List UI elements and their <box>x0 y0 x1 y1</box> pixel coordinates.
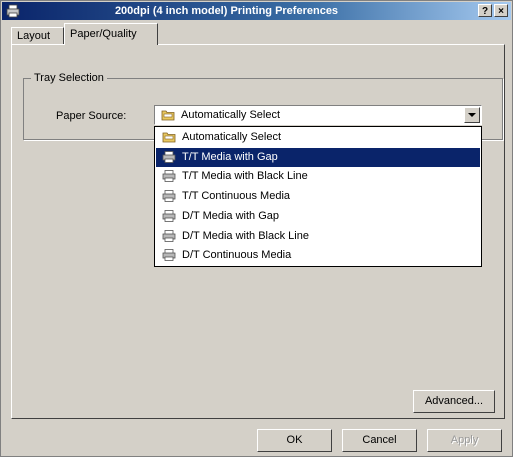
dropdown-option-label: D/T Media with Gap <box>182 209 280 222</box>
dropdown-option[interactable]: D/T Media with Gap <box>156 207 480 226</box>
printing-preferences-window: 200dpi (4 inch model) Printing Preferenc… <box>0 0 513 457</box>
paper-source-select[interactable]: Automatically Select <box>154 105 482 125</box>
tray-selection-label: Tray Selection <box>31 72 107 84</box>
paper-source-value: Automatically Select <box>181 109 281 121</box>
dropdown-option[interactable]: Automatically Select <box>156 128 480 147</box>
dropdown-option[interactable]: T/T Media with Black Line <box>156 167 480 186</box>
printer-icon <box>162 249 176 262</box>
chevron-down-icon[interactable] <box>464 107 480 123</box>
dropdown-option-label: Automatically Select <box>182 131 282 143</box>
dropdown-option[interactable]: D/T Continuous Media <box>156 246 480 265</box>
tab-paper-quality[interactable]: Paper/Quality <box>64 23 158 45</box>
close-button[interactable]: × <box>494 4 508 17</box>
dropdown-option[interactable]: T/T Media with Gap <box>156 147 480 167</box>
title-bar[interactable]: 200dpi (4 inch model) Printing Preferenc… <box>2 2 511 20</box>
ok-button[interactable]: OK <box>257 429 332 452</box>
folder-tray-icon <box>161 110 175 121</box>
printer-icon <box>162 229 176 242</box>
folder-tray-icon <box>162 131 176 143</box>
printer-icon <box>162 170 176 183</box>
apply-button[interactable]: Apply <box>427 429 502 452</box>
tab-layout[interactable]: Layout <box>11 27 64 44</box>
dropdown-option-label: D/T Media with Black Line <box>182 229 309 242</box>
dropdown-option[interactable]: D/T Media with Black Line <box>156 227 480 246</box>
dropdown-option-label: D/T Continuous Media <box>182 249 292 262</box>
printer-icon <box>162 190 176 202</box>
dropdown-option-label: T/T Media with Gap <box>182 150 278 163</box>
cancel-button[interactable]: Cancel <box>342 429 417 452</box>
window-title: 200dpi (4 inch model) Printing Preferenc… <box>114 5 339 17</box>
paper-source-dropdown: Automatically Select T/T Media with Gap T/… <box>154 126 482 267</box>
paper-source-label: Paper Source: <box>56 110 127 122</box>
printer-icon <box>162 150 176 163</box>
help-button[interactable]: ? <box>478 4 492 17</box>
dropdown-option-label: T/T Continuous Media <box>182 190 291 203</box>
advanced-button[interactable]: Advanced... <box>413 390 495 413</box>
dropdown-option[interactable]: T/T Continuous Media <box>156 187 480 206</box>
dropdown-option-label: T/T Media with Black Line <box>182 170 308 183</box>
printer-icon <box>162 209 176 222</box>
